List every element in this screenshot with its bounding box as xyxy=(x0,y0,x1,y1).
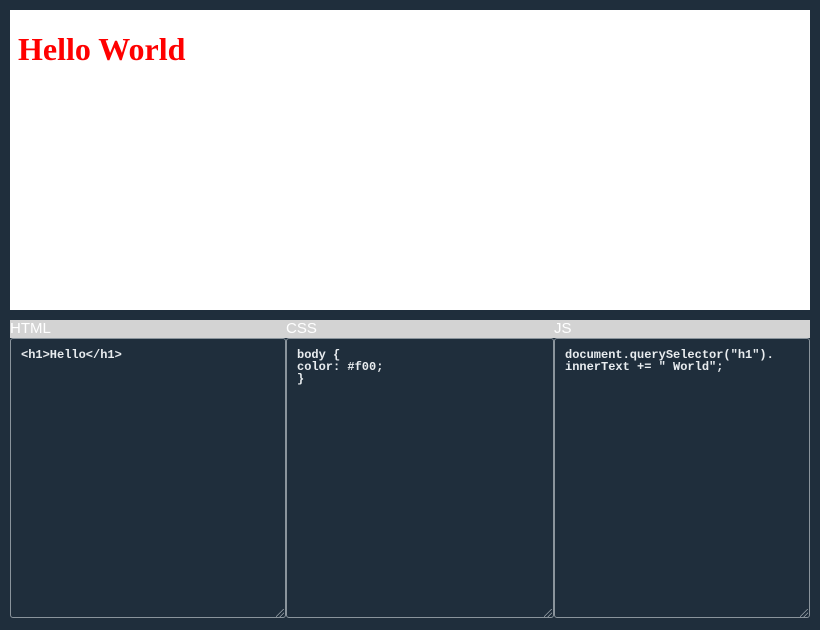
css-code-textarea[interactable]: body { color: #f00; } xyxy=(286,338,554,618)
preview-heading: Hello World xyxy=(18,31,186,67)
html-code-textarea[interactable]: <h1>Hello</h1> xyxy=(10,338,286,618)
editor-panels: HTML <h1>Hello</h1> CSS body { color: #f… xyxy=(10,320,810,619)
preview-pane: Hello World xyxy=(10,10,810,310)
css-label: CSS xyxy=(286,320,554,338)
html-label: HTML xyxy=(10,320,286,338)
js-resize-handle-icon[interactable] xyxy=(800,609,808,617)
html-resize-handle-icon[interactable] xyxy=(276,609,284,617)
html-editor-panel: HTML <h1>Hello</h1> xyxy=(10,320,286,619)
js-code-textarea[interactable]: document.querySelector("h1"). innerText … xyxy=(554,338,810,618)
js-editor-panel: JS document.querySelector("h1"). innerTe… xyxy=(554,320,810,619)
js-label: JS xyxy=(554,320,810,338)
css-resize-handle-icon[interactable] xyxy=(544,609,552,617)
css-editor-panel: CSS body { color: #f00; } xyxy=(286,320,554,619)
